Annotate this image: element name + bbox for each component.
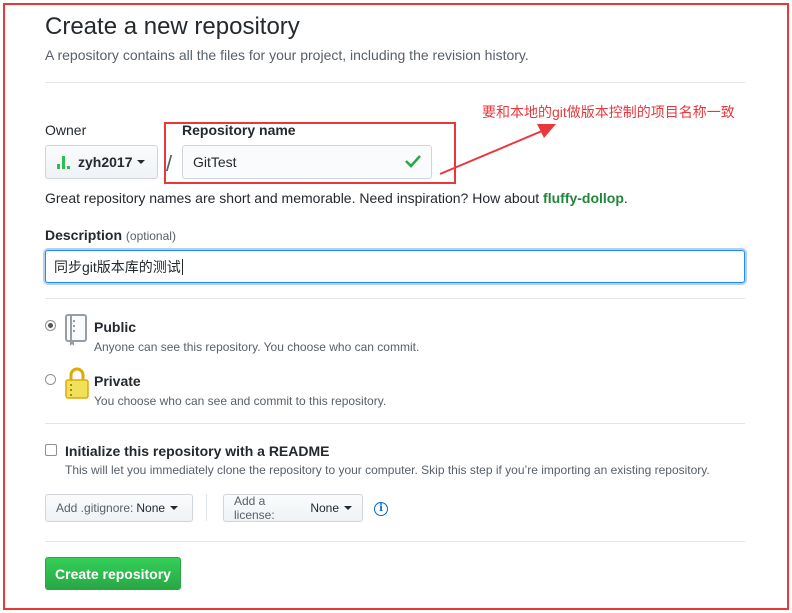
repository-name-input[interactable]: GitTest (182, 145, 432, 179)
description-input[interactable]: 同步git版本库的测试 (45, 250, 745, 283)
repository-name-label: Repository name (182, 122, 296, 138)
page-subtitle: A repository contains all the files for … (45, 47, 529, 63)
divider (45, 423, 745, 424)
gitignore-select-button[interactable]: Add .gitignore: None (45, 494, 193, 522)
description-label: Description (optional) (45, 227, 176, 243)
vertical-divider (206, 494, 207, 521)
text-cursor (181, 258, 183, 275)
optional-label: (optional) (125, 229, 176, 243)
readme-title: Initialize this repository with a README (65, 443, 330, 459)
private-radio[interactable] (45, 374, 56, 385)
owner-avatar (56, 154, 72, 170)
chevron-down-icon (344, 506, 352, 510)
readme-checkbox[interactable] (45, 444, 57, 456)
name-hint: Great repository names are short and mem… (45, 190, 628, 206)
check-icon (405, 155, 421, 168)
chevron-down-icon (137, 160, 146, 164)
license-select-button[interactable]: Add a license: None (223, 494, 363, 522)
public-option-desc: Anyone can see this repository. You choo… (94, 340, 420, 354)
chevron-down-icon (170, 506, 179, 510)
page-title: Create a new repository (45, 13, 300, 40)
description-value: 同步git版本库的测试 (54, 258, 181, 275)
readme-desc: This will let you immediately clone the … (65, 463, 710, 477)
owner-label: Owner (45, 122, 87, 138)
create-repository-button[interactable]: Create repository (45, 557, 181, 590)
name-suggestion: fluffy-dollop (543, 190, 624, 206)
divider (45, 541, 745, 542)
public-radio[interactable] (45, 320, 56, 331)
annotation-arrow (439, 124, 556, 175)
repo-book-icon (65, 314, 87, 346)
owner-value: zyh2017 (78, 154, 133, 170)
info-icon[interactable]: i (374, 502, 388, 516)
repository-name-value: GitTest (193, 154, 237, 170)
divider (45, 298, 745, 299)
divider (45, 82, 745, 83)
private-option-title: Private (94, 373, 141, 389)
owner-select-button[interactable]: zyh2017 (45, 145, 158, 179)
private-option-desc: You choose who can see and commit to thi… (94, 394, 387, 408)
public-option-title: Public (94, 319, 137, 335)
lock-icon (65, 367, 89, 399)
